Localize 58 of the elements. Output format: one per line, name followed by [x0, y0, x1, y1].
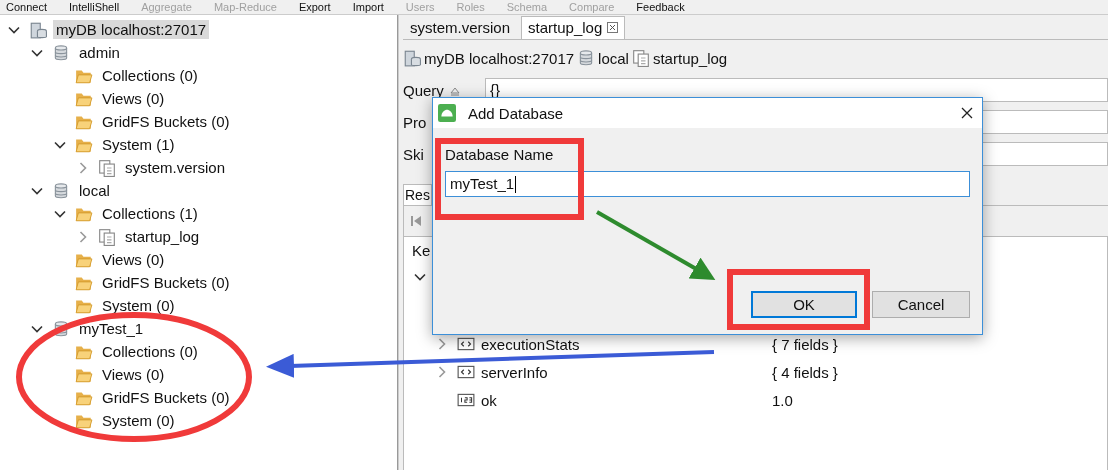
- tree-item[interactable]: Views (0): [99, 365, 168, 384]
- breadcrumb-item[interactable]: startup_log: [652, 49, 728, 67]
- tree-item[interactable]: startup_log: [122, 227, 203, 246]
- cancel-button[interactable]: Cancel: [872, 291, 970, 318]
- close-icon[interactable]: [960, 106, 974, 120]
- tree-item[interactable]: Collections (0): [99, 66, 201, 85]
- collection-icon: [98, 158, 116, 177]
- ok-button[interactable]: OK: [751, 291, 857, 318]
- menu-item[interactable]: Feedback: [636, 0, 685, 14]
- first-page-icon[interactable]: [408, 213, 424, 229]
- close-icon[interactable]: [607, 22, 619, 33]
- database-icon: [52, 181, 70, 200]
- field-label: Pro: [403, 113, 428, 131]
- field-label: Query: [403, 81, 445, 99]
- number-icon: [457, 391, 475, 409]
- menu-item[interactable]: Import: [352, 0, 384, 14]
- key-cell: executionStats: [481, 335, 580, 353]
- tree-item[interactable]: GridFS Buckets (0): [99, 388, 233, 407]
- database-icon: [52, 319, 70, 338]
- object-icon: [457, 363, 475, 381]
- field-label: Database Name: [445, 146, 554, 163]
- key-cell: serverInfo: [481, 363, 548, 381]
- tree-item[interactable]: System (0): [99, 296, 178, 315]
- tree-item[interactable]: GridFS Buckets (0): [99, 273, 233, 292]
- tree-item[interactable]: GridFS Buckets (0): [99, 112, 233, 131]
- tree-item[interactable]: System (1): [99, 135, 178, 154]
- tree-item[interactable]: admin: [76, 43, 123, 62]
- breadcrumb-item[interactable]: local: [598, 49, 629, 67]
- value-cell: 1.0: [772, 391, 793, 409]
- name-field[interactable]: myTest_1: [445, 171, 970, 197]
- tree-item[interactable]: myDB localhost:27017: [53, 20, 210, 39]
- database-icon: [52, 43, 70, 62]
- menu-item[interactable]: IntelliShell: [69, 0, 120, 14]
- value-cell: { 4 fields }: [772, 363, 838, 381]
- dialog-title: Add Database: [468, 104, 565, 122]
- column-header: Ke: [412, 241, 431, 259]
- tree-item[interactable]: Collections (0): [99, 342, 201, 361]
- tree-item[interactable]: Views (0): [99, 250, 168, 269]
- collection-icon: [631, 49, 650, 67]
- server-icon: [29, 20, 47, 39]
- menu-item[interactable]: Connect: [6, 0, 47, 14]
- editor-tab[interactable]: system.version: [403, 16, 518, 39]
- server-icon: [403, 49, 421, 67]
- collection-icon: [98, 227, 116, 246]
- tree-item[interactable]: myTest_1: [76, 319, 147, 338]
- object-icon: [457, 335, 475, 353]
- tree-item[interactable]: local: [76, 181, 113, 200]
- result-tab[interactable]: Res: [403, 184, 432, 205]
- breadcrumb-item[interactable]: myDB localhost:27017: [424, 49, 575, 67]
- value-cell: { 7 fields }: [772, 335, 838, 353]
- tree-item[interactable]: system.version: [122, 158, 229, 177]
- tree-item[interactable]: Collections (1): [99, 204, 201, 223]
- field-label: Ski: [403, 145, 425, 163]
- key-cell: ok: [481, 391, 497, 409]
- menu-item[interactable]: Export: [298, 0, 331, 14]
- tree-item[interactable]: Views (0): [99, 89, 168, 108]
- tree-item[interactable]: System (0): [99, 411, 178, 430]
- editor-tab[interactable]: startup_log: [521, 16, 626, 39]
